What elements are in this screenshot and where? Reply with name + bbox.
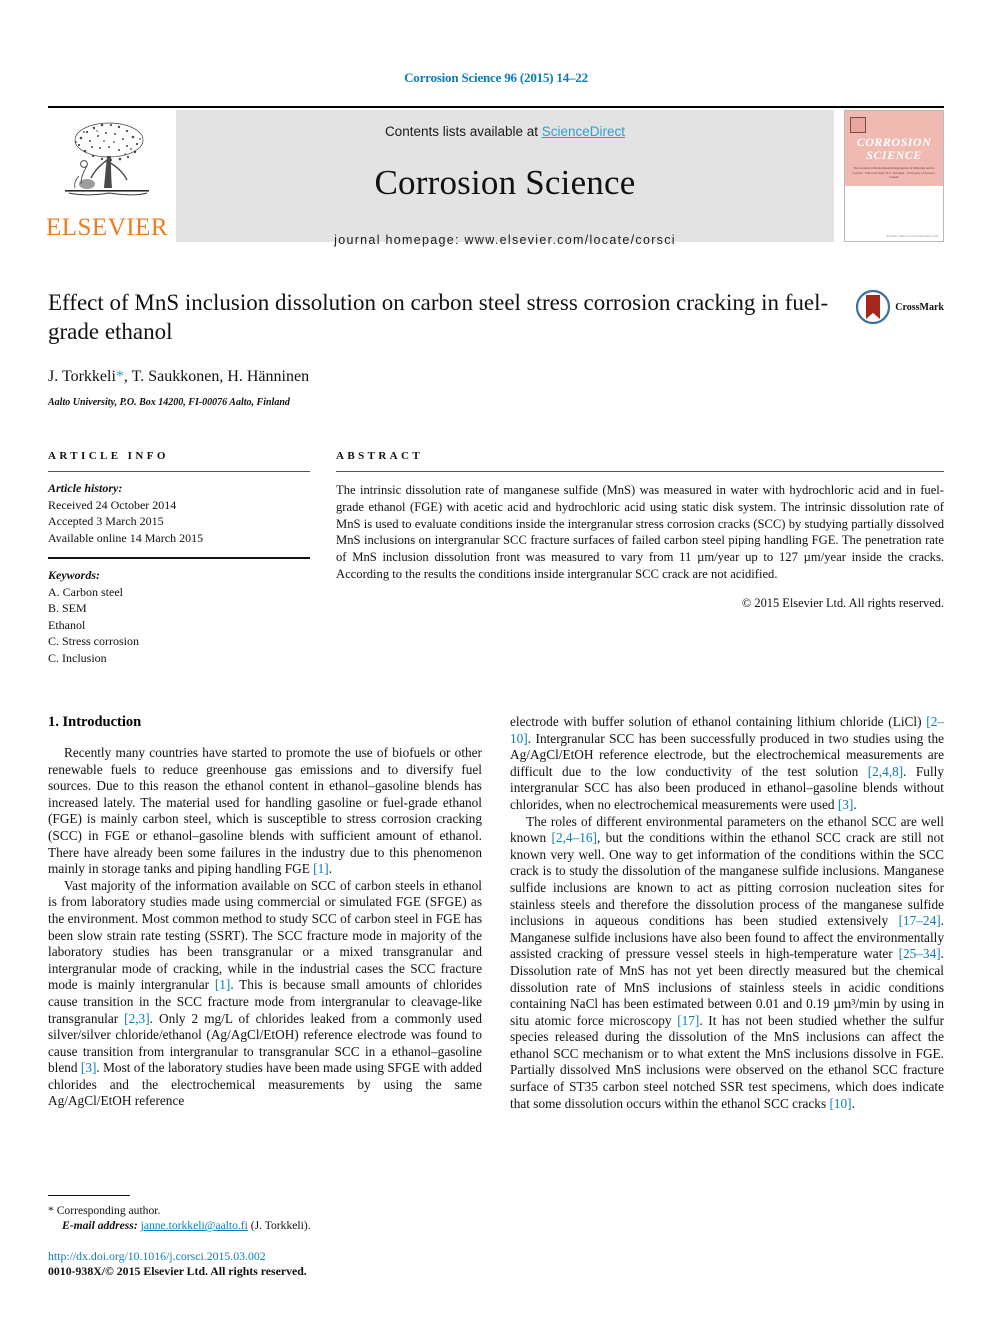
elsevier-tree-icon bbox=[65, 122, 149, 196]
sciencedirect-link[interactable]: ScienceDirect bbox=[542, 124, 625, 139]
title-text-wrap: Effect of MnS inclusion dissolution on c… bbox=[48, 288, 856, 408]
author-remaining: , T. Saukkonen, H. Hänninen bbox=[123, 368, 310, 385]
history-item: Accepted 3 March 2015 bbox=[48, 514, 164, 528]
email-label: E-mail address: bbox=[62, 1219, 138, 1232]
citation-ref[interactable]: [2–10] bbox=[510, 714, 944, 746]
author-first: J. Torkkeli bbox=[48, 368, 116, 385]
journal-homepage-line[interactable]: journal homepage: www.elsevier.com/locat… bbox=[334, 233, 676, 247]
abstract-copyright: © 2015 Elsevier Ltd. All rights reserved… bbox=[741, 595, 944, 610]
page-title: Effect of MnS inclusion dissolution on c… bbox=[48, 290, 829, 344]
citation-ref[interactable]: [3] bbox=[838, 797, 854, 812]
article-info-rule-top bbox=[48, 471, 310, 472]
elsevier-logo[interactable]: ELSEVIER bbox=[45, 110, 169, 242]
doi-block: http://dx.doi.org/10.1016/j.corsci.2015.… bbox=[48, 1249, 480, 1279]
article-history-label: Article history: bbox=[48, 481, 123, 495]
masthead-top-rule bbox=[48, 106, 944, 108]
corresponding-author-note: * Corresponding author. bbox=[48, 1203, 480, 1218]
citation-ref[interactable]: [2,3] bbox=[124, 1011, 149, 1026]
cover-top-panel: CORROSION SCIENCE The Journal on Environ… bbox=[845, 111, 943, 187]
paragraph: Vast majority of the information availab… bbox=[48, 877, 482, 1109]
article-info-column: ARTICLE INFO Article history: Received 2… bbox=[48, 450, 310, 666]
keyword-item: B. SEM bbox=[48, 601, 87, 615]
cover-footer-text: Available online at www.sciencedirect.co… bbox=[886, 234, 938, 238]
section-heading-introduction: 1. Introduction bbox=[48, 714, 142, 730]
body-column-left: 1. Introduction Recently many countries … bbox=[48, 714, 482, 1112]
footnote-rule bbox=[48, 1195, 130, 1196]
email-note: E-mail address: janne.torkkeli@aalto.fi … bbox=[48, 1218, 480, 1233]
abstract-text: The intrinsic dissolution rate of mangan… bbox=[336, 483, 944, 581]
running-head: Corrosion Science 96 (2015) 14–22 bbox=[404, 70, 588, 85]
citation-ref[interactable]: [25–34] bbox=[899, 946, 941, 961]
citation-ref[interactable]: [10] bbox=[829, 1096, 851, 1111]
contents-prefix-text: Contents lists available at bbox=[384, 124, 542, 139]
history-item: Available online 14 March 2015 bbox=[48, 530, 204, 545]
article-info-heading: ARTICLE INFO bbox=[48, 450, 169, 462]
masthead-center-panel: Contents lists available at ScienceDirec… bbox=[176, 110, 834, 247]
keyword-item: C. Inclusion bbox=[48, 650, 107, 665]
cover-bottom-panel: Available online at www.sciencedirect.co… bbox=[845, 186, 943, 241]
cover-publisher-mini-logo-icon bbox=[850, 117, 866, 133]
paragraph: electrode with buffer solution of ethano… bbox=[510, 714, 944, 812]
article-page: Corrosion Science 96 (2015) 14–22 ELSEVI… bbox=[0, 0, 992, 1323]
cover-title-line2: SCIENCE bbox=[866, 148, 922, 162]
email-link[interactable]: janne.torkkeli@aalto.fi bbox=[141, 1219, 248, 1232]
keyword-item: A. Carbon steel bbox=[48, 584, 123, 599]
keywords-block: Keywords: A. Carbon steel B. SEM Ethanol… bbox=[48, 567, 310, 666]
paragraph: The roles of different environmental par… bbox=[510, 813, 944, 1111]
corresponding-marker-glyph: * bbox=[48, 1204, 54, 1217]
author-list: J. Torkkeli*, T. Saukkonen, H. Hänninen bbox=[48, 368, 844, 386]
title-block: Effect of MnS inclusion dissolution on c… bbox=[48, 288, 944, 408]
history-item: Received 24 October 2014 bbox=[48, 497, 177, 512]
citation-ref[interactable]: [17–24] bbox=[899, 913, 941, 928]
journal-title: Corrosion Science bbox=[374, 163, 636, 202]
corresponding-author-marker[interactable]: * bbox=[116, 368, 124, 385]
body-column-right: electrode with buffer solution of ethano… bbox=[510, 714, 944, 1112]
citation-ref[interactable]: [2,4–16] bbox=[552, 830, 597, 845]
corresponding-note-text: Corresponding author. bbox=[56, 1204, 161, 1217]
citation-ref[interactable]: [1] bbox=[215, 977, 231, 992]
crossmark-label: CrossMark bbox=[895, 301, 944, 313]
elsevier-wordmark: ELSEVIER bbox=[45, 214, 169, 241]
affiliation: Aalto University, P.O. Box 14200, FI-000… bbox=[48, 397, 290, 408]
article-history-block: Article history: Received 24 October 201… bbox=[48, 480, 310, 546]
article-info-rule-mid bbox=[48, 557, 310, 559]
issn-copyright-line: 0010-938X/© 2015 Elsevier Ltd. All right… bbox=[48, 1264, 307, 1278]
body-columns: 1. Introduction Recently many countries … bbox=[48, 714, 944, 1112]
crossmark-icon bbox=[856, 290, 891, 324]
info-abstract-row: ARTICLE INFO Article history: Received 2… bbox=[48, 450, 944, 666]
citation-ref[interactable]: [3] bbox=[81, 1060, 97, 1075]
citation-ref[interactable]: [2,4,8] bbox=[868, 764, 903, 779]
abstract-heading: ABSTRACT bbox=[336, 450, 424, 462]
journal-masthead: ELSEVIER Contents lists available at Sci… bbox=[45, 110, 944, 247]
paragraph: Recently many countries have started to … bbox=[48, 745, 482, 877]
contents-available-line: Contents lists available at ScienceDirec… bbox=[385, 124, 625, 139]
keywords-label: Keywords: bbox=[48, 568, 100, 582]
keyword-item: Ethanol bbox=[48, 617, 86, 632]
abstract-rule bbox=[336, 471, 944, 472]
crossmark-badge[interactable]: CrossMark bbox=[856, 288, 944, 324]
doi-link[interactable]: http://dx.doi.org/10.1016/j.corsci.2015.… bbox=[48, 1249, 480, 1264]
abstract-column: ABSTRACT The intrinsic dissolution rate … bbox=[336, 450, 944, 666]
keyword-item: C. Stress corrosion bbox=[48, 634, 139, 648]
footnote-area: * Corresponding author. E-mail address: … bbox=[48, 1195, 480, 1279]
cover-subtitle: The Journal on Environmental Degradation… bbox=[852, 166, 936, 179]
citation-ref[interactable]: [17] bbox=[677, 1013, 699, 1028]
email-owner: (J. Torkkeli). bbox=[250, 1219, 311, 1232]
citation-ref[interactable]: [1] bbox=[313, 861, 329, 876]
journal-cover-thumbnail[interactable]: CORROSION SCIENCE The Journal on Environ… bbox=[844, 110, 944, 242]
